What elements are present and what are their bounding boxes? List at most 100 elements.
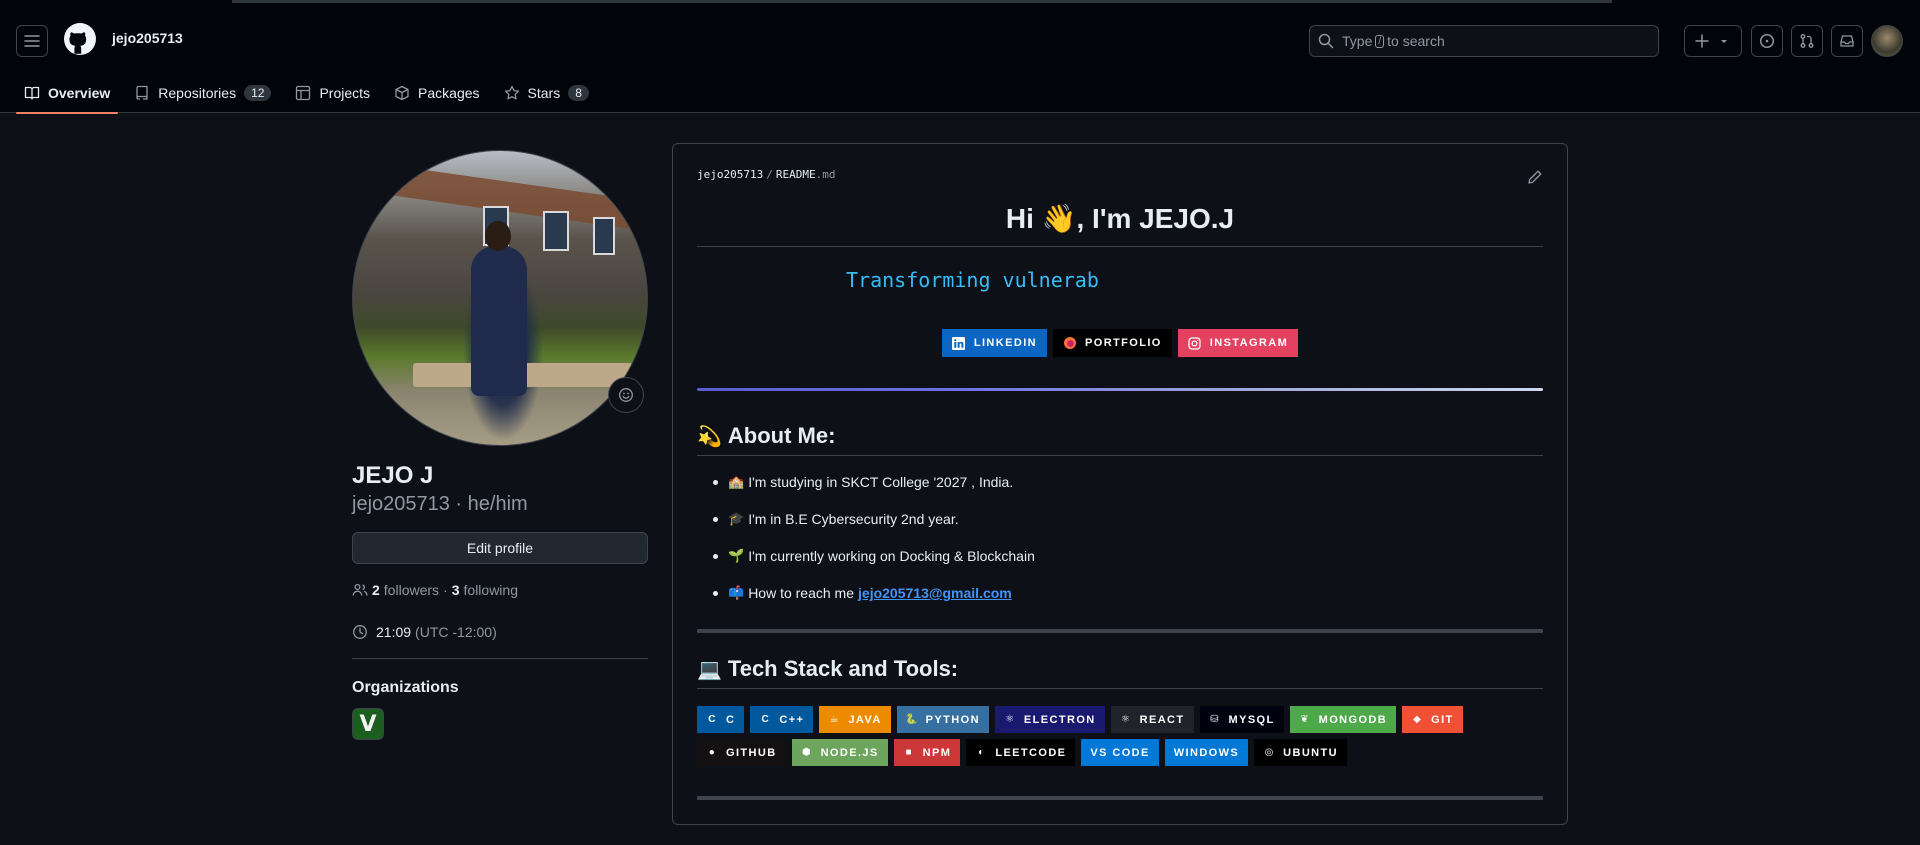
time-value: 21:09 xyxy=(376,624,412,640)
package-icon xyxy=(395,85,409,101)
tech-badge-label: JAVA xyxy=(848,713,882,726)
linkedin-badge[interactable]: LINKEDIN xyxy=(941,329,1047,357)
tech-badge-github[interactable]: ● GITHUB xyxy=(697,739,786,766)
tech-badge-git[interactable]: ◆ GIT xyxy=(1402,706,1463,733)
tech-badge-icon: ❦ xyxy=(1300,714,1311,725)
following-label: following xyxy=(463,582,518,598)
linkedin-label: LINKEDIN xyxy=(973,337,1037,349)
avatar-photo-head xyxy=(485,221,511,251)
tech-badge-icon: ◐ xyxy=(978,747,986,758)
pull-requests-button[interactable] xyxy=(1791,25,1823,57)
tab-repositories[interactable]: Repositories 12 xyxy=(126,73,279,113)
table-icon xyxy=(296,85,311,101)
social-badges: LINKEDIN PORTFOLIO INSTAGRAM xyxy=(697,329,1543,357)
set-status-button[interactable] xyxy=(608,377,644,413)
tab-projects-label: Projects xyxy=(319,85,371,101)
timezone-value: (UTC -12:00) xyxy=(415,624,497,640)
tech-badge-icon: ⚛ xyxy=(1120,714,1132,725)
email-link[interactable]: jejo205713@gmail.com xyxy=(858,585,1012,601)
title-underline xyxy=(697,246,1543,247)
chevron-down-icon xyxy=(1721,40,1727,43)
followers-link[interactable]: 2 followers xyxy=(372,582,439,598)
section-divider xyxy=(697,796,1543,800)
tech-badge-label: LEETCODE xyxy=(995,746,1067,759)
tab-projects[interactable]: Projects xyxy=(287,73,378,113)
tech-badge-ubuntu[interactable]: ◎ UBUNTU xyxy=(1254,739,1347,766)
followers-label: followers xyxy=(383,582,440,598)
dizzy-icon: 💫 xyxy=(697,425,722,448)
github-logo-icon[interactable] xyxy=(64,23,96,55)
book-icon xyxy=(24,86,40,100)
list-item-text: I'm currently working on Docking & Block… xyxy=(748,548,1035,564)
bullet xyxy=(713,590,718,596)
tech-badge-npm[interactable]: ■ NPM xyxy=(893,739,961,766)
list-item-text: I'm in B.E Cybersecurity 2nd year. xyxy=(748,511,959,527)
tab-overview[interactable]: Overview xyxy=(16,73,119,114)
bullet xyxy=(713,553,718,559)
tech-badge-icon: 🐍 xyxy=(905,714,920,725)
following-link[interactable]: 3 following xyxy=(452,582,518,598)
tech-badge-node-js[interactable]: ⬢ NODE.JS xyxy=(791,739,888,766)
list-item: 🏫 I'm studying in SKCT College '2027 , I… xyxy=(713,474,1013,490)
profile-full-name: JEJO J xyxy=(352,462,434,489)
tech-badge-mongodb[interactable]: ❦ MONGODB xyxy=(1289,706,1397,733)
portfolio-badge[interactable]: PORTFOLIO xyxy=(1053,329,1172,357)
create-new-button[interactable] xyxy=(1684,25,1742,57)
org-vim-icon[interactable]: V xyxy=(352,708,384,740)
tech-badge-label: ELECTRON xyxy=(1023,713,1096,726)
inbox-button[interactable] xyxy=(1831,25,1863,57)
edit-profile-button[interactable]: Edit profile xyxy=(352,532,648,564)
edit-readme-pencil-icon[interactable] xyxy=(1527,169,1543,185)
tech-badge-c-[interactable]: C C++ xyxy=(750,706,814,733)
list-item-text: How to reach me xyxy=(748,585,855,601)
bullet xyxy=(713,516,718,522)
tech-badge-electron[interactable]: ⚛ ELECTRON xyxy=(994,706,1105,733)
tech-badge-windows[interactable]: WINDOWS xyxy=(1164,739,1249,766)
tech-badge-python[interactable]: 🐍 PYTHON xyxy=(896,706,989,733)
context-username[interactable]: jejo205713 xyxy=(112,30,183,46)
about-underline xyxy=(697,455,1543,456)
profile-handle: jejo205713 · he/him xyxy=(352,493,528,515)
readme-breadcrumb: jejo205713/README.md xyxy=(697,168,835,181)
tab-packages[interactable]: Packages xyxy=(386,73,487,113)
star-icon xyxy=(504,85,519,100)
rainbow-divider xyxy=(697,388,1543,391)
smiley-icon xyxy=(619,388,633,402)
search-suffix: to search xyxy=(1387,33,1445,49)
tech-badge-java[interactable]: ☕ JAVA xyxy=(819,706,891,733)
instagram-label: INSTAGRAM xyxy=(1209,337,1289,349)
tech-badge-icon: ◆ xyxy=(1413,714,1423,725)
avatar-photo-person xyxy=(471,246,527,396)
search-input[interactable]: Type / to search xyxy=(1309,25,1659,57)
tech-badge-mysql[interactable]: ⛁ MYSQL xyxy=(1199,706,1284,733)
tech-underline xyxy=(697,688,1543,689)
user-avatar-menu[interactable] xyxy=(1871,25,1903,57)
readme-owner-link[interactable]: jejo205713 xyxy=(697,168,763,181)
tech-badge-icon: C xyxy=(708,714,717,725)
readme-title: Hi 👋, I'm JEJO.J xyxy=(1005,203,1235,234)
tech-badge-icon: ⬢ xyxy=(802,747,813,758)
portfolio-label: PORTFOLIO xyxy=(1085,337,1162,349)
profile-avatar[interactable] xyxy=(352,150,648,446)
tech-badge-label: MONGODB xyxy=(1318,713,1388,726)
tech-badge-vs-code[interactable]: VS CODE xyxy=(1081,739,1159,766)
tech-badge-c[interactable]: CC xyxy=(697,706,745,733)
pull-request-icon xyxy=(1800,34,1814,48)
list-item: 🌱 I'm currently working on Docking & Blo… xyxy=(713,548,1035,564)
school-icon: 🏫 xyxy=(728,474,745,489)
tech-badge-react[interactable]: ⚛ REACT xyxy=(1110,706,1194,733)
mailbox-icon: 📫 xyxy=(728,585,745,600)
stars-count: 8 xyxy=(568,85,589,101)
tech-badge-leetcode[interactable]: ◐ LEETCODE xyxy=(966,739,1076,766)
search-prefix: Type xyxy=(1342,33,1373,49)
list-item: 📫 How to reach me jejo205713@gmail.com xyxy=(713,585,1012,601)
tab-stars[interactable]: Stars 8 xyxy=(496,73,597,113)
tech-badge-label: VS CODE xyxy=(1090,746,1150,759)
menu-button[interactable] xyxy=(16,25,48,57)
firefox-icon xyxy=(1063,336,1077,350)
organizations-heading: Organizations xyxy=(352,679,459,696)
about-heading: 💫 About Me: xyxy=(697,423,835,449)
tech-badge-icon: ⛁ xyxy=(1210,714,1220,725)
issues-button[interactable] xyxy=(1751,25,1783,57)
instagram-badge[interactable]: INSTAGRAM xyxy=(1177,329,1299,357)
